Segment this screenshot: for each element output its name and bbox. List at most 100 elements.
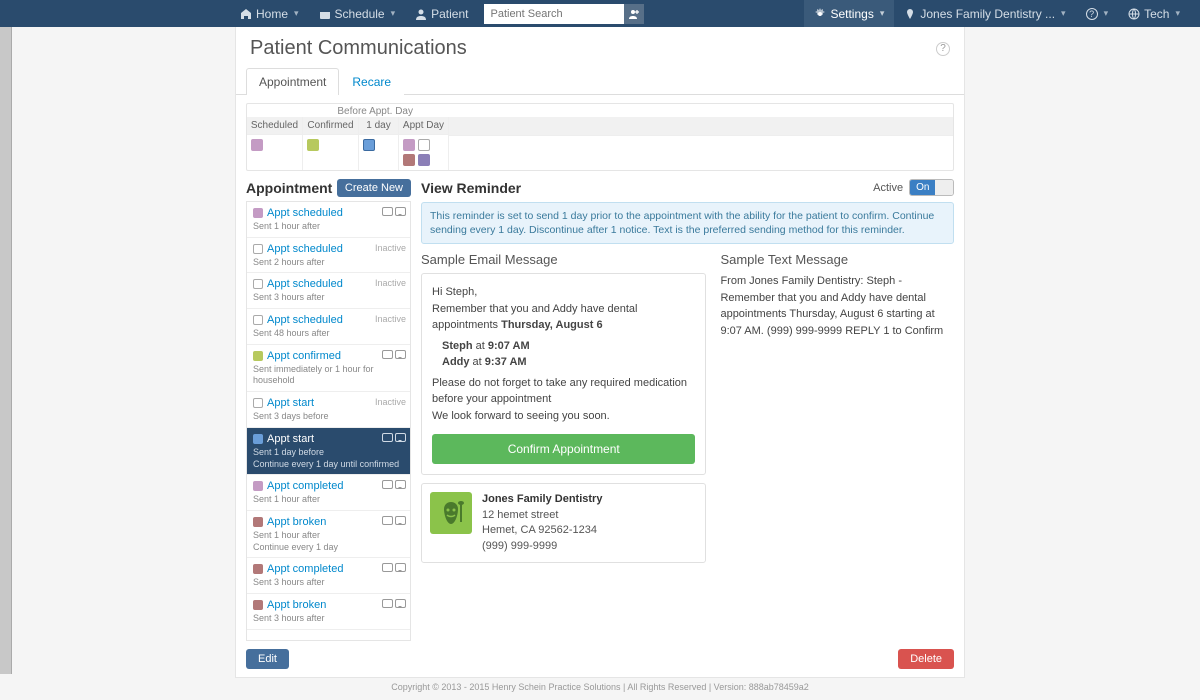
reminder-list[interactable]: Appt scheduled Sent 1 hour after Appt sc…	[246, 201, 411, 641]
reminder-color-chip	[253, 434, 263, 444]
reminder-item[interactable]: Appt scheduled Inactive Sent 2 hours aft…	[247, 238, 410, 274]
reminder-item[interactable]: Appt scheduled Inactive Sent 48 hours af…	[247, 309, 410, 345]
main-panel: Patient Communications ? Appointment Rec…	[235, 27, 965, 678]
timeline-axis-label: Before Appt. Day	[247, 104, 953, 117]
email-line: Please do not forget to take any require…	[432, 375, 695, 408]
reminder-list-heading: Appointment	[246, 180, 332, 196]
toggle-on: On	[910, 180, 935, 195]
reminder-meta: Sent 1 hour afterContinue every 1 day	[253, 530, 404, 553]
practice-card: Jones Family Dentistry 12 hemet street H…	[421, 483, 706, 563]
reminder-meta: Sent 48 hours after	[253, 328, 404, 340]
reminder-meta: Sent 1 hour after	[253, 494, 404, 506]
reminder-status-inactive: Inactive	[375, 314, 406, 324]
timeline-col-confirmed: Confirmed	[303, 117, 359, 170]
page-title-row: Patient Communications ?	[236, 27, 964, 68]
mail-icon	[382, 599, 393, 608]
nav-tech[interactable]: Tech▾	[1118, 0, 1190, 27]
reminder-chip[interactable]	[403, 139, 415, 151]
tab-appointment[interactable]: Appointment	[246, 68, 339, 95]
reminder-color-chip	[253, 481, 263, 491]
timeline-col-apptday: Appt Day	[399, 117, 449, 170]
timeline-col-head: Appt Day	[399, 117, 448, 135]
person-add-icon	[628, 8, 640, 20]
active-toggle[interactable]: On	[909, 179, 954, 196]
patient-search-input[interactable]	[484, 4, 624, 24]
nav-location-label: Jones Family Dentistry ...	[920, 7, 1055, 21]
home-icon	[240, 8, 252, 20]
practice-addr2: Hemet, CA 92562-1234	[482, 524, 597, 536]
timeline-col-head: Confirmed	[303, 117, 358, 135]
chat-icon	[395, 516, 406, 525]
toggle-off	[935, 180, 953, 195]
chat-icon	[395, 480, 406, 489]
reminder-info-banner: This reminder is set to send 1 day prior…	[421, 202, 954, 244]
email-at: at	[470, 356, 485, 368]
reminder-color-chip	[253, 398, 263, 408]
email-person: Steph	[442, 340, 473, 352]
email-time: 9:07 AM	[488, 340, 530, 352]
page-help-icon[interactable]: ?	[936, 42, 950, 56]
active-label: Active	[873, 182, 903, 194]
nav-location[interactable]: Jones Family Dentistry ...▾	[894, 0, 1075, 27]
reminder-item[interactable]: Appt scheduled Inactive Sent 3 hours aft…	[247, 273, 410, 309]
sample-text-body: From Jones Family Dentistry: Steph - Rem…	[720, 273, 954, 339]
reminder-chip[interactable]	[403, 154, 415, 166]
chat-icon	[395, 207, 406, 216]
reminder-meta: Sent 2 hours after	[253, 257, 404, 269]
email-line: We look forward to seeing you soon.	[432, 408, 695, 425]
chat-icon	[395, 350, 406, 359]
nav-home[interactable]: Home▾	[230, 0, 309, 27]
reminder-item[interactable]: Appt start Sent 1 day beforeContinue eve…	[247, 428, 410, 475]
reminder-item[interactable]: Appt broken Sent 1 hour afterContinue ev…	[247, 511, 410, 558]
reminder-item[interactable]: Appt broken Sent 3 hours after	[247, 594, 410, 630]
reminder-status-icons	[382, 563, 406, 572]
reminder-meta: Sent 3 hours after	[253, 292, 404, 304]
reminder-color-chip	[253, 517, 263, 527]
practice-logo-icon	[430, 492, 472, 534]
calendar-icon	[319, 8, 331, 20]
email-person: Addy	[442, 356, 470, 368]
timeline-col-scheduled: Scheduled	[247, 117, 303, 170]
mail-icon	[382, 207, 393, 216]
reminder-chip[interactable]	[418, 139, 430, 151]
timeline-col-head: 1 day	[359, 117, 398, 135]
reminder-status-inactive: Inactive	[375, 397, 406, 407]
patient-search-button[interactable]	[624, 4, 644, 24]
email-date: Thursday, August 6	[501, 319, 602, 331]
sidebar-expand-handle[interactable]	[0, 27, 12, 674]
reminder-color-chip	[253, 208, 263, 218]
nav-help[interactable]: ?▾	[1076, 0, 1119, 27]
nav-settings-label: Settings	[830, 7, 873, 21]
tab-recare[interactable]: Recare	[339, 68, 404, 95]
reminder-meta: Sent 1 hour after	[253, 221, 404, 233]
reminder-meta: Sent 1 day beforeContinue every 1 day un…	[253, 447, 404, 470]
reminder-item[interactable]: Appt confirmed Sent immediately or 1 hou…	[247, 345, 410, 392]
create-new-button[interactable]: Create New	[337, 179, 411, 197]
email-at: at	[473, 340, 488, 352]
reminder-item[interactable]: Appt completed Sent 1 hour after	[247, 475, 410, 511]
reminder-item[interactable]: Appt start Inactive Sent 3 days before	[247, 392, 410, 428]
nav-settings[interactable]: Settings▾	[804, 0, 894, 27]
reminder-item[interactable]: Appt scheduled Sent 1 hour after	[247, 202, 410, 238]
copyright: Copyright © 2013 - 2015 Henry Schein Pra…	[0, 678, 1200, 700]
reminder-meta: Sent immediately or 1 hour for household	[253, 364, 404, 387]
sample-email-heading: Sample Email Message	[421, 252, 706, 267]
reminder-chip[interactable]	[363, 139, 375, 151]
reminder-chip[interactable]	[307, 139, 319, 151]
reminder-chip[interactable]	[251, 139, 263, 151]
nav-patient[interactable]: Patient	[405, 0, 478, 27]
practice-name: Jones Family Dentistry	[482, 493, 602, 505]
reminder-item[interactable]: Appt completed Sent 3 hours after	[247, 558, 410, 594]
nav-tech-label: Tech	[1144, 7, 1169, 21]
reminder-status-inactive: Inactive	[375, 243, 406, 253]
reminder-chip[interactable]	[418, 154, 430, 166]
reminder-status-icons	[382, 516, 406, 525]
email-greeting: Hi Steph,	[432, 284, 695, 301]
nav-schedule[interactable]: Schedule▾	[309, 0, 406, 27]
reminder-color-chip	[253, 279, 263, 289]
reminder-status-icons	[382, 350, 406, 359]
edit-button[interactable]: Edit	[246, 649, 289, 669]
chat-icon	[395, 563, 406, 572]
confirm-appointment-button[interactable]: Confirm Appointment	[432, 434, 695, 464]
delete-button[interactable]: Delete	[898, 649, 954, 669]
